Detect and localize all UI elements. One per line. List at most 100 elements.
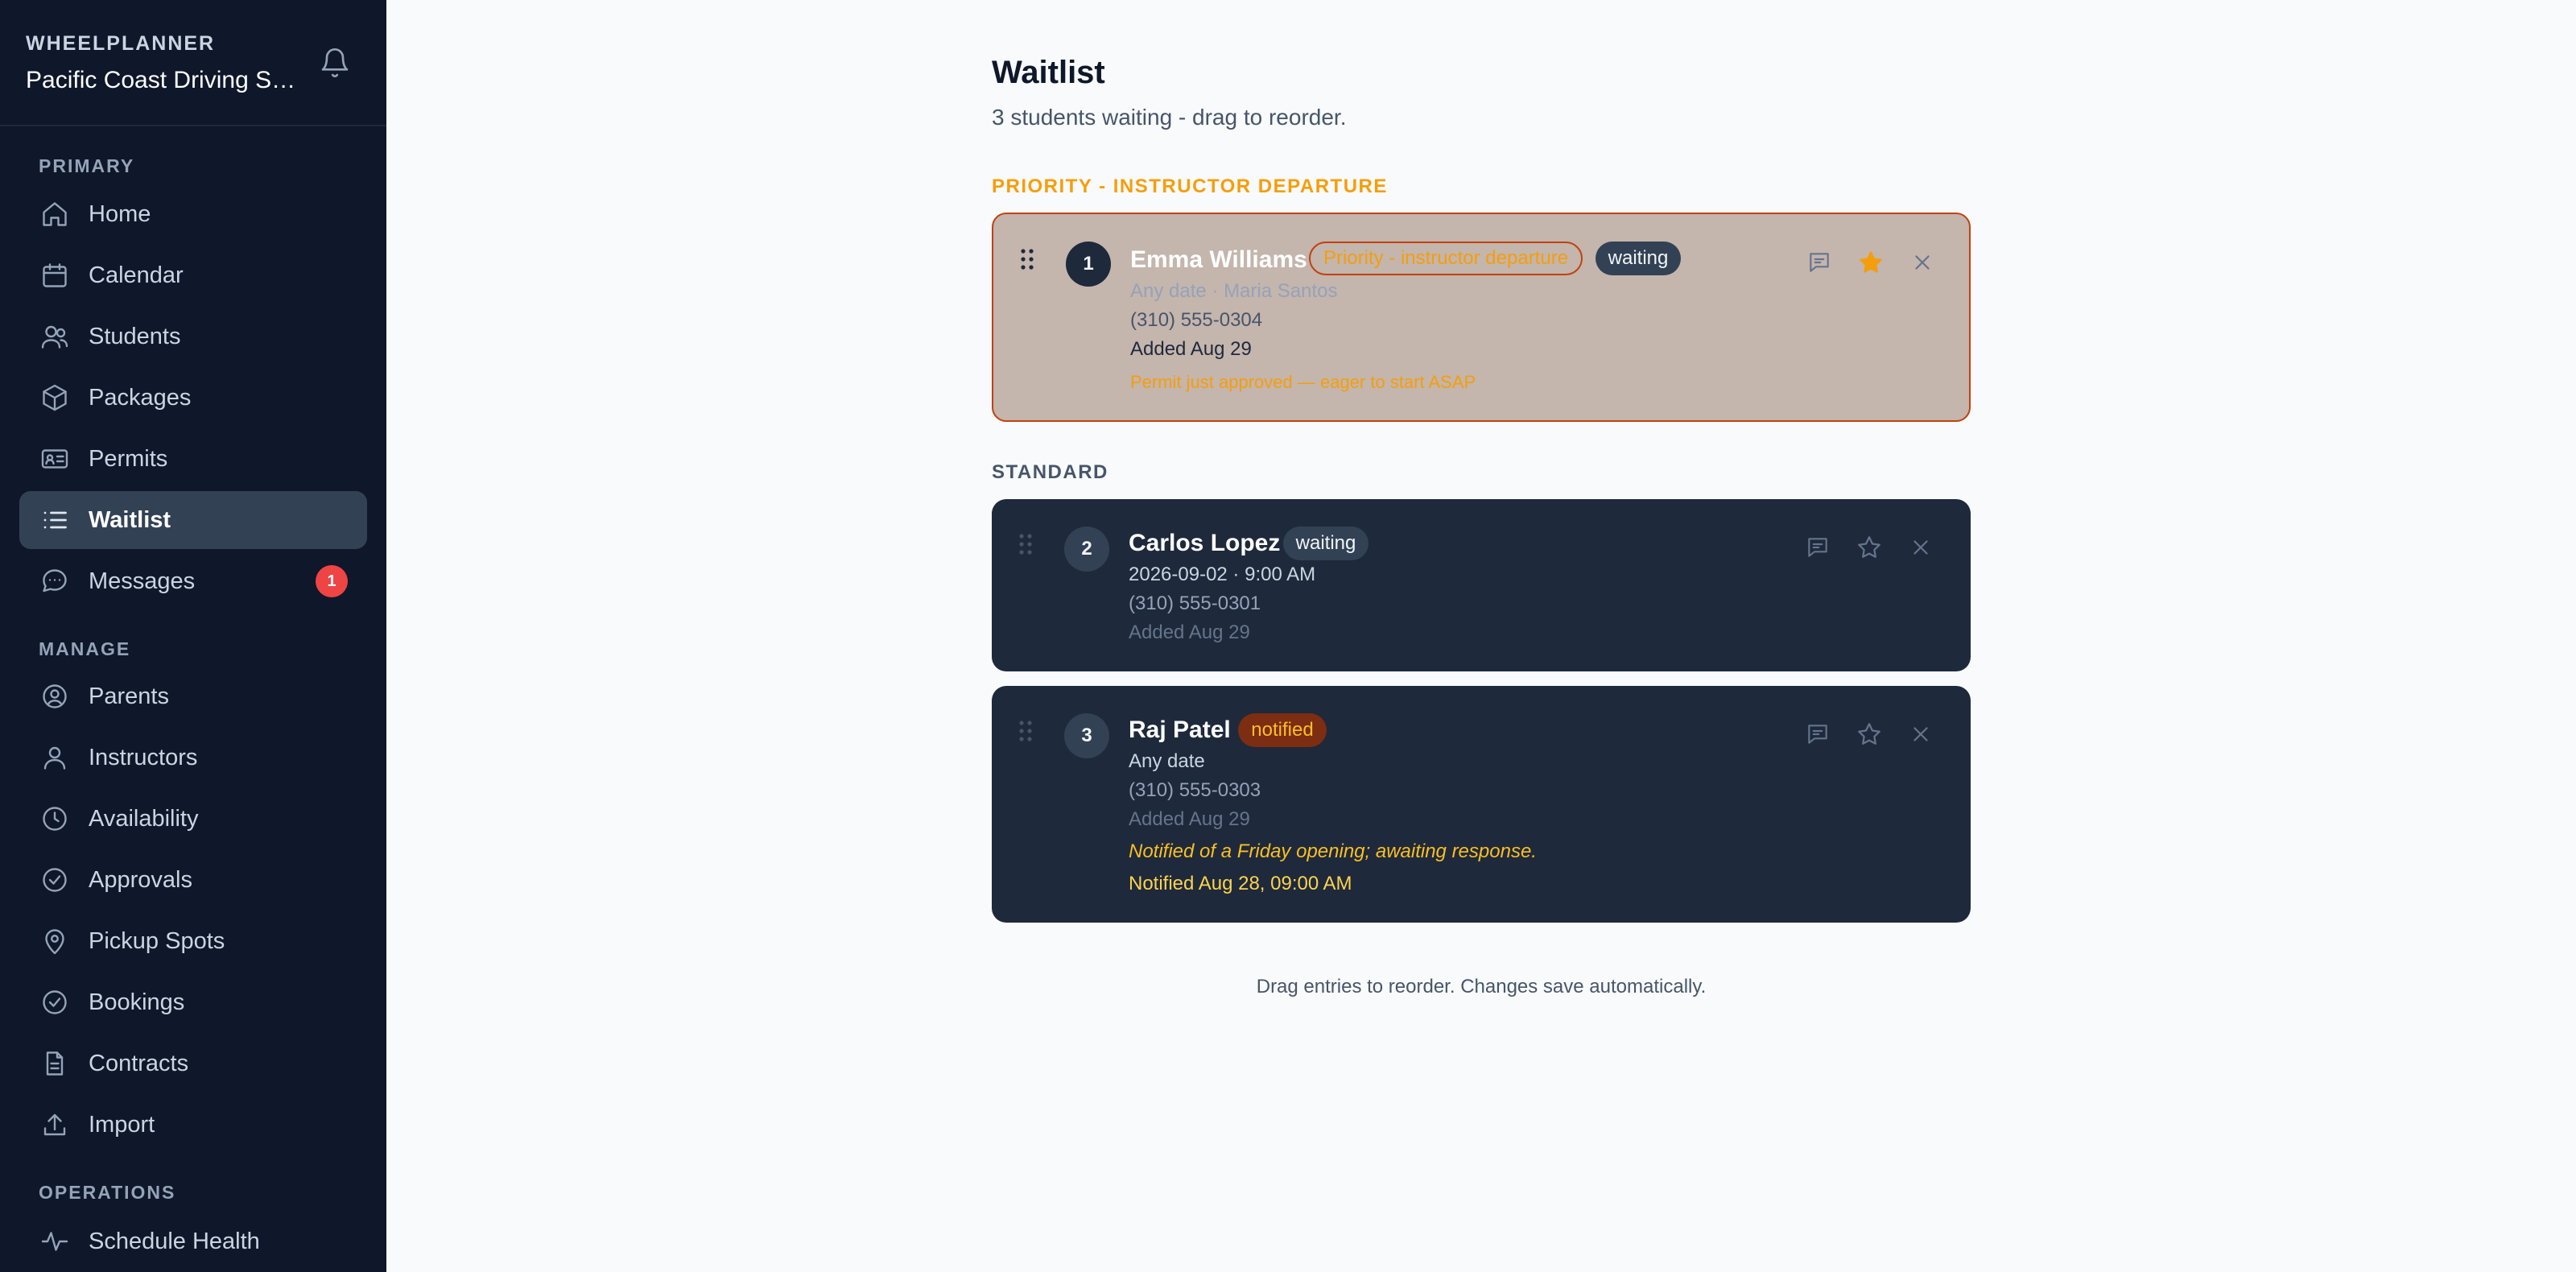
section-primary: PRIMARY (39, 155, 135, 176)
user-circle-icon (39, 680, 71, 712)
activity-icon (39, 1225, 71, 1258)
sidebar-item-label: Parents (89, 683, 169, 709)
footer-note: Drag entries to reorder. Changes save au… (1256, 976, 1707, 997)
close-icon[interactable] (1905, 718, 1937, 750)
entry-note: Notified of a Friday opening; awaiting r… (1129, 840, 1537, 862)
sidebar-item-bookings[interactable]: Bookings (19, 973, 367, 1031)
sidebar-item-label: Bookings (89, 989, 185, 1015)
sidebar-item-label: Schedule Health (89, 1228, 260, 1254)
drag-handle-icon[interactable] (1018, 533, 1034, 555)
drag-handle-icon[interactable] (1018, 720, 1034, 742)
sidebar-item-parents[interactable]: Parents (19, 667, 367, 725)
sidebar-item-home[interactable]: Home (19, 185, 367, 243)
sidebar-item-schedule-health[interactable]: Schedule Health (19, 1212, 367, 1270)
sidebar-item-label: Calendar (89, 262, 184, 288)
waitlist-entry[interactable]: 2 Carlos Lopez waiting 2026-09-02 · 9:00… (992, 499, 1971, 671)
sidebar-item-label: Pickup Spots (89, 927, 225, 954)
sidebar-item-label: Waitlist (89, 506, 171, 533)
message-icon[interactable] (1802, 531, 1834, 564)
sidebar-item-messages[interactable]: Messages 1 (19, 552, 367, 610)
entry-preference: Any date · Maria Santos (1130, 280, 1338, 302)
entry-phone: (310) 555-0303 (1129, 779, 1261, 801)
waitlist-entry[interactable]: 3 Raj Patel notified Any date (310) 555-… (992, 686, 1971, 923)
star-icon[interactable] (1853, 531, 1885, 564)
sidebar-item-label: Approvals (89, 866, 192, 893)
chat-icon (39, 565, 71, 597)
drag-handle-icon[interactable] (1019, 248, 1035, 271)
users-icon (39, 320, 71, 353)
sidebar-item-students[interactable]: Students (19, 308, 367, 365)
bell-icon[interactable] (319, 47, 351, 79)
standard-group-label: STANDARD (992, 461, 1108, 483)
calendar-icon (39, 259, 71, 291)
sidebar-item-label: Permits (89, 445, 168, 472)
upload-icon (39, 1109, 71, 1141)
sidebar-item-approvals[interactable]: Approvals (19, 851, 367, 909)
org-name[interactable]: Pacific Coast Driving Sc... (26, 67, 299, 94)
sidebar-item-waitlist[interactable]: Waitlist (19, 491, 367, 549)
section-operations: OPERATIONS (39, 1182, 176, 1203)
page-title: Waitlist (992, 55, 1105, 90)
close-icon[interactable] (1906, 246, 1938, 279)
entry-preference: 2026-09-02 · 9:00 AM (1129, 564, 1316, 585)
check-circle-icon (39, 986, 71, 1018)
brand-header: WHEELPLANNER Pacific Coast Driving Sc... (0, 0, 386, 126)
status-badge: waiting (1283, 527, 1368, 560)
box-icon (39, 382, 71, 414)
main-content: Waitlist 3 students waiting - drag to re… (386, 0, 2576, 1272)
sidebar-item-contracts[interactable]: Contracts (19, 1035, 367, 1092)
map-pin-icon (39, 925, 71, 957)
status-badge: notified (1238, 713, 1327, 747)
entry-added: Added Aug 29 (1129, 808, 1250, 830)
close-icon[interactable] (1905, 531, 1937, 564)
student-name: Carlos Lopez (1129, 530, 1281, 556)
sidebar-item-label: Students (89, 323, 181, 349)
check-circle-icon (39, 864, 71, 896)
user-icon (39, 741, 71, 774)
entry-preference: Any date (1129, 750, 1205, 772)
app-name: WHEELPLANNER (26, 32, 216, 55)
list-icon (39, 504, 71, 536)
sidebar-item-label: Contracts (89, 1050, 189, 1076)
position-number: 2 (1064, 527, 1109, 572)
star-icon[interactable] (1855, 246, 1887, 279)
sidebar-item-import[interactable]: Import (19, 1096, 367, 1154)
section-manage: MANAGE (39, 638, 131, 659)
sidebar-item-label: Packages (89, 384, 192, 411)
priority-badge: Priority - instructor departure (1309, 242, 1583, 275)
status-badge: waiting (1596, 242, 1681, 275)
message-icon[interactable] (1803, 246, 1835, 279)
sidebar-item-label: Messages (89, 568, 196, 594)
entry-added: Added Aug 29 (1130, 338, 1252, 360)
priority-group-label: PRIORITY - INSTRUCTOR DEPARTURE (992, 176, 1388, 197)
sidebar-item-label: Home (89, 200, 151, 227)
sidebar: WHEELPLANNER Pacific Coast Driving Sc...… (0, 0, 386, 1272)
sidebar-item-label: Instructors (89, 744, 198, 770)
sidebar-item-instructors[interactable]: Instructors (19, 729, 367, 787)
id-card-icon (39, 443, 71, 475)
position-number: 3 (1064, 713, 1109, 758)
student-name: Emma Williams (1130, 246, 1307, 273)
entry-phone: (310) 555-0304 (1130, 309, 1263, 331)
sidebar-item-label: Import (89, 1111, 155, 1138)
position-number: 1 (1066, 242, 1111, 287)
message-icon[interactable] (1802, 718, 1834, 750)
sidebar-item-pickup-spots[interactable]: Pickup Spots (19, 912, 367, 970)
sidebar-item-permits[interactable]: Permits (19, 430, 367, 488)
sidebar-item-availability[interactable]: Availability (19, 790, 367, 848)
unread-badge: 1 (316, 565, 348, 597)
entry-phone: (310) 555-0301 (1129, 593, 1261, 614)
clock-icon (39, 803, 71, 835)
page-subtitle: 3 students waiting - drag to reorder. (992, 105, 1347, 130)
sidebar-item-label: Availability (89, 805, 199, 832)
document-icon (39, 1047, 71, 1080)
waitlist-entry[interactable]: 1 Emma Williams Priority - instructor de… (992, 213, 1971, 422)
sidebar-item-calendar[interactable]: Calendar (19, 246, 367, 304)
notified-timestamp: Notified Aug 28, 09:00 AM (1129, 873, 1352, 894)
home-icon (39, 198, 71, 230)
star-icon[interactable] (1853, 718, 1885, 750)
sidebar-item-packages[interactable]: Packages (19, 369, 367, 427)
entry-note: Permit just approved — eager to start AS… (1130, 372, 1476, 392)
student-name: Raj Patel (1129, 717, 1231, 743)
entry-added: Added Aug 29 (1129, 622, 1250, 643)
